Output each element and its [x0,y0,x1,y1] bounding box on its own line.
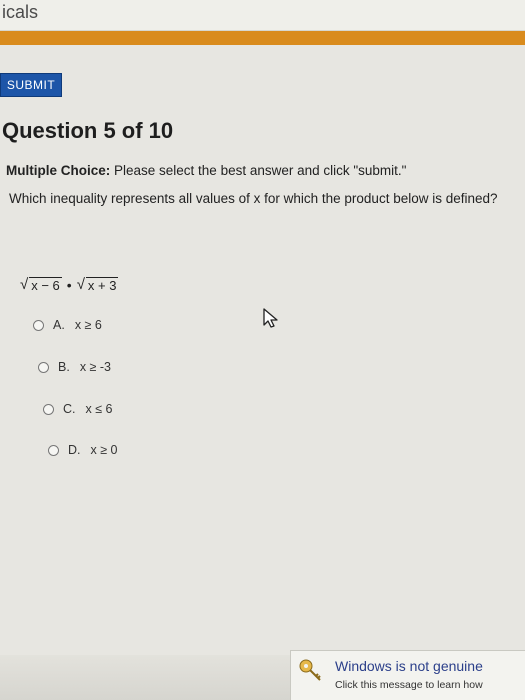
windows-genuine-notification[interactable]: Windows is not genuine Click this messag… [290,650,525,700]
question-title: Question 5 of 10 [2,118,174,143]
taskbar-shadow [0,655,290,700]
option-c[interactable]: C. x ≤ 6 [43,402,113,416]
radicand-1: x − 6 [29,277,62,293]
radicand-2: x + 3 [85,277,119,293]
top-strip: icals [0,0,525,31]
option-b[interactable]: B. x ≥ -3 [38,360,111,374]
radical-2: √ x + 3 [77,276,119,293]
submit-button[interactable]: SUBMIT [0,73,62,97]
radio-button-icon[interactable] [43,403,54,415]
option-text: x ≤ 6 [85,402,113,416]
question-prompt: Which inequality represents all values o… [9,191,498,206]
option-letter: B. [58,360,70,374]
option-text: x ≥ -3 [79,360,111,374]
brand-title: icals [2,2,39,22]
option-d[interactable]: D. x ≥ 0 [48,443,118,457]
arrow-cursor-icon [263,308,278,328]
sqrt-icon: √ [20,276,29,293]
radio-button-icon[interactable] [33,319,44,331]
accent-bar [0,31,525,45]
radio-button-icon[interactable] [48,444,59,456]
radical-1: √ x − 6 [20,276,62,293]
multiply-operator: • [66,276,72,293]
option-letter: D. [68,443,81,457]
notification-subtitle: Click this message to learn how [335,679,483,691]
option-text: x ≥ 6 [74,318,102,332]
option-letter: A. [53,318,65,332]
instructions: Multiple Choice: Please select the best … [6,163,406,178]
option-letter: C. [63,402,76,416]
option-a[interactable]: A. x ≥ 6 [33,318,102,332]
sqrt-icon: √ [76,276,85,293]
genuine-key-icon [299,659,321,681]
option-text: x ≥ 0 [90,443,118,457]
notification-title: Windows is not genuine [335,658,483,674]
instruction-label: Multiple Choice: [6,163,111,178]
radio-button-icon[interactable] [38,361,49,373]
instruction-text: Please select the best answer and click … [110,163,407,178]
math-expression: √ x − 6 • √ x + 3 [20,276,119,293]
